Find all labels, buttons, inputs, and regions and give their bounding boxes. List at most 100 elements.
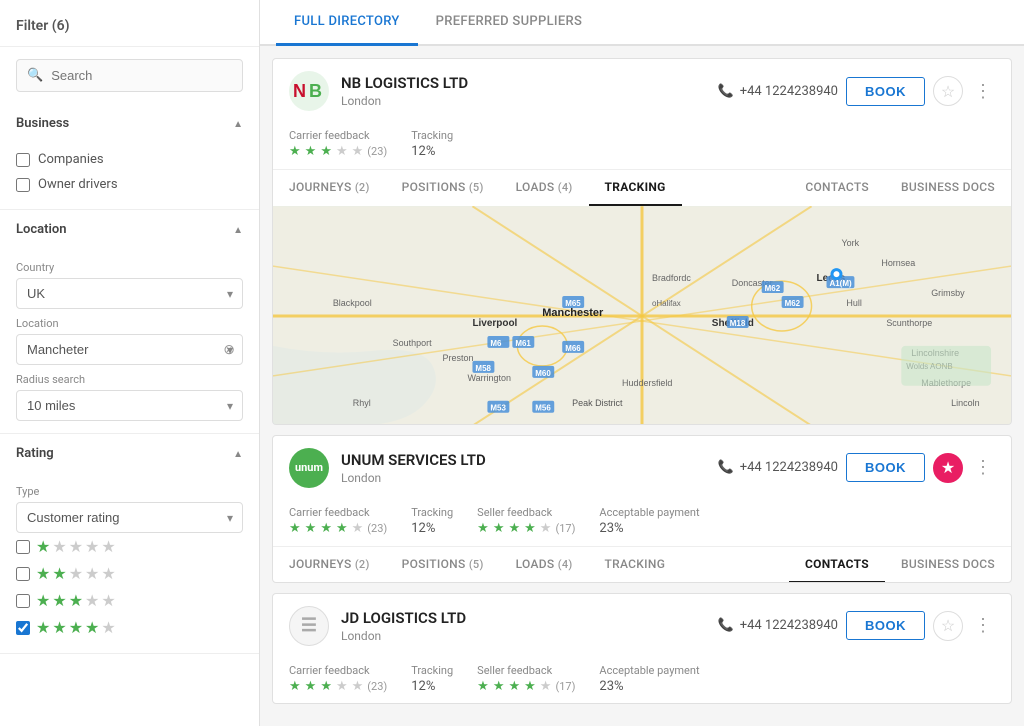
location-input[interactable] xyxy=(16,334,243,365)
jd-payment-label: Acceptable payment xyxy=(599,664,699,677)
location-label: Location xyxy=(16,222,67,237)
location-section-header[interactable]: Location xyxy=(0,210,259,249)
star-2-4: ★ xyxy=(85,564,99,583)
unum-more-button[interactable]: ⋮ xyxy=(971,456,995,480)
nb-more-button[interactable]: ⋮ xyxy=(971,79,995,103)
jd-name-area: JD LOGISTICS LTD London xyxy=(341,609,706,643)
star-3-2: ★ xyxy=(52,591,66,610)
supplier-card-unum: unum UNUM SERVICES LTD London 📞 +44 1224… xyxy=(272,435,1012,583)
nb-nav-loads[interactable]: LOADS (4) xyxy=(500,170,589,206)
rating-type-select[interactable]: Customer rating xyxy=(16,502,243,533)
nb-map-svg: Rhyl Blackpool Southport Liverpool Prest… xyxy=(273,206,1011,425)
star-4-3: ★ xyxy=(69,618,83,637)
rating-type-wrapper: Customer rating xyxy=(16,502,243,533)
jd-seller-stars: ★ ★ ★ ★ ★ (17) xyxy=(477,679,575,694)
unum-seller-count: (17) xyxy=(555,522,575,535)
jd-logo: ☰ xyxy=(289,606,329,646)
svg-text:M62: M62 xyxy=(785,299,801,308)
jd-phone-area: 📞 +44 1224238940 xyxy=(718,618,838,633)
star-4-1: ★ xyxy=(36,618,50,637)
svg-text:Huddersfield: Huddersfield xyxy=(622,378,672,388)
nb-nav-tracking[interactable]: TRACKING xyxy=(589,170,682,206)
jd-seller-feedback-label: Seller feedback xyxy=(477,664,575,677)
svg-text:M56: M56 xyxy=(535,404,551,413)
stars-1: ★ ★ ★ ★ ★ xyxy=(36,537,116,556)
jd-company-name: JD LOGISTICS LTD xyxy=(341,609,706,627)
jd-favorite-button[interactable]: ☆ xyxy=(933,611,963,641)
jd-metrics: Carrier feedback ★ ★ ★ ★ ★ (23) Tracking… xyxy=(273,658,1011,704)
unum-nav-loads[interactable]: LOADS (4) xyxy=(500,547,589,583)
star-4-4: ★ xyxy=(85,618,99,637)
type-label: Type xyxy=(16,485,243,498)
nb-feedback-count: (23) xyxy=(367,145,387,158)
svg-text:M62: M62 xyxy=(765,284,781,293)
star-3-4: ★ xyxy=(85,591,99,610)
svg-text:Scunthorpe: Scunthorpe xyxy=(886,318,932,328)
unum-phone: +44 1224238940 xyxy=(740,460,838,475)
svg-text:oHalifax: oHalifax xyxy=(652,299,681,308)
location-input-label: Location xyxy=(16,317,243,330)
search-input[interactable] xyxy=(51,68,232,83)
unum-payment-value: 23% xyxy=(599,521,699,536)
unum-carrier-feedback-label: Carrier feedback xyxy=(289,506,387,519)
nb-card-nav: JOURNEYS (2) POSITIONS (5) LOADS (4) TRA… xyxy=(273,169,1011,206)
star-1-3: ★ xyxy=(69,537,83,556)
stars-4: ★ ★ ★ ★ ★ xyxy=(36,618,116,637)
nb-book-button[interactable]: BOOK xyxy=(846,77,925,106)
radius-select[interactable]: 10 miles 25 miles 50 miles xyxy=(16,390,243,421)
business-section-header[interactable]: Business xyxy=(0,104,259,143)
rating-checkbox-4[interactable] xyxy=(16,621,30,635)
location-clear-icon[interactable]: ⊗ xyxy=(223,342,235,358)
rating-label: Rating xyxy=(16,446,54,461)
tab-preferred-suppliers[interactable]: PREFERRED SUPPLIERS xyxy=(418,0,601,46)
star-2-5: ★ xyxy=(101,564,115,583)
star-3-1: ★ xyxy=(36,591,50,610)
svg-text:M60: M60 xyxy=(535,369,551,378)
unum-phone-icon: 📞 xyxy=(718,460,734,475)
unum-feedback-count: (23) xyxy=(367,522,387,535)
svg-text:N: N xyxy=(293,81,306,101)
nb-nav-journeys[interactable]: JOURNEYS (2) xyxy=(273,170,386,206)
jd-carrier-feedback: Carrier feedback ★ ★ ★ ★ ★ (23) xyxy=(289,664,387,694)
jd-phone-icon: 📞 xyxy=(718,618,734,633)
svg-text:M61: M61 xyxy=(515,339,531,348)
search-box[interactable]: 🔍 xyxy=(16,59,243,92)
unum-nav-journeys[interactable]: JOURNEYS (2) xyxy=(273,547,386,583)
jd-carrier-feedback-label: Carrier feedback xyxy=(289,664,387,677)
unum-nav-contacts[interactable]: CONTACTS xyxy=(789,547,885,583)
phone-icon: 📞 xyxy=(718,84,734,99)
nb-favorite-button[interactable]: ☆ xyxy=(933,76,963,106)
rating-row-2: ★ ★ ★ ★ ★ xyxy=(16,560,243,587)
jd-logo-icon: ☰ xyxy=(301,615,317,636)
rating-row-1: ★ ★ ★ ★ ★ xyxy=(16,533,243,560)
tab-full-directory[interactable]: FULL DIRECTORY xyxy=(276,0,418,46)
svg-text:A1(M): A1(M) xyxy=(829,279,851,288)
nb-star-5: ★ xyxy=(352,144,364,159)
unum-favorite-button[interactable]: ★ xyxy=(933,453,963,483)
companies-checkbox[interactable] xyxy=(16,153,30,167)
nb-tracking: Tracking 12% xyxy=(411,129,453,159)
nb-nav-business-docs[interactable]: BUSINESS DOCS xyxy=(885,170,1011,206)
jd-book-button[interactable]: BOOK xyxy=(846,611,925,640)
card-header-nb: N B NB LOGISTICS LTD London 📞 +44 122423… xyxy=(273,59,1011,123)
svg-text:Rhyl: Rhyl xyxy=(353,398,371,408)
jd-seller-count: (17) xyxy=(555,680,575,693)
star-3-5: ★ xyxy=(101,591,115,610)
rating-checkbox-2[interactable] xyxy=(16,567,30,581)
unum-nav-positions[interactable]: POSITIONS (5) xyxy=(386,547,500,583)
unum-nav-tracking[interactable]: TRACKING xyxy=(589,547,682,583)
rating-checkbox-1[interactable] xyxy=(16,540,30,554)
nb-nav-positions[interactable]: POSITIONS (5) xyxy=(386,170,500,206)
nb-phone: +44 1224238940 xyxy=(740,84,838,99)
unum-book-button[interactable]: BOOK xyxy=(846,453,925,482)
owner-drivers-filter[interactable]: Owner drivers xyxy=(16,172,243,197)
nb-nav-contacts[interactable]: CONTACTS xyxy=(789,170,885,206)
rating-checkbox-3[interactable] xyxy=(16,594,30,608)
rating-section-header[interactable]: Rating xyxy=(0,434,259,473)
unum-nav-business-docs[interactable]: BUSINESS DOCS xyxy=(885,547,1011,583)
jd-seller-feedback: Seller feedback ★ ★ ★ ★ ★ (17) xyxy=(477,664,575,694)
country-select[interactable]: UK xyxy=(16,278,243,309)
owner-drivers-checkbox[interactable] xyxy=(16,178,30,192)
companies-filter[interactable]: Companies xyxy=(16,147,243,172)
jd-more-button[interactable]: ⋮ xyxy=(971,614,995,638)
